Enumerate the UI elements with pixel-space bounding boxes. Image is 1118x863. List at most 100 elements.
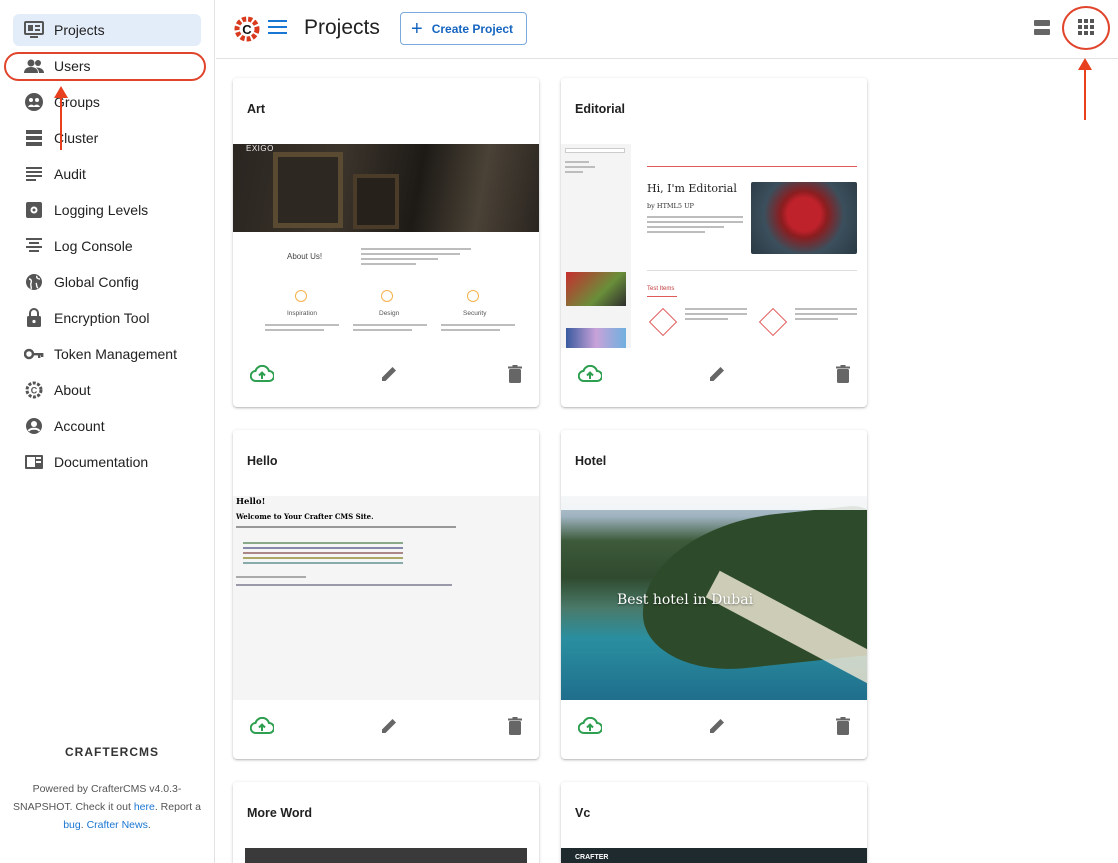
project-name: Art: [247, 102, 266, 116]
card-actions: [561, 362, 867, 386]
powered-by-text: Powered by CrafterCMS v4.0.3-SNAPSHOT. C…: [12, 780, 202, 834]
edit-pencil-icon[interactable]: [377, 714, 401, 738]
project-preview-image[interactable]: [245, 848, 527, 863]
publish-cloud-icon[interactable]: [578, 362, 602, 386]
preview-brand: EXIGO: [246, 144, 274, 153]
delete-trash-icon[interactable]: [503, 714, 527, 738]
page-title: Projects: [304, 16, 380, 39]
project-preview-image[interactable]: EXIGO About Us! Inspiration Design Secur…: [233, 144, 539, 348]
grid-view-icon[interactable]: [1075, 16, 1097, 38]
sidebar-item-label: Logging Levels: [54, 202, 149, 218]
preview-heading: Best hotel in Dubai: [617, 592, 754, 608]
sidebar-item-label: Users: [54, 58, 91, 74]
sidebar-item-about[interactable]: C About: [13, 374, 201, 406]
sidebar-item-label: Audit: [54, 166, 86, 182]
sidebar-item-groups[interactable]: Groups: [13, 86, 201, 118]
edit-pencil-icon[interactable]: [705, 714, 729, 738]
sidebar-item-logging-levels[interactable]: Logging Levels: [13, 194, 201, 226]
key-icon: [23, 343, 45, 365]
create-project-label: Create Project: [431, 21, 514, 36]
sidebar-item-label: Token Management: [54, 346, 177, 362]
lock-icon: [23, 307, 45, 329]
project-card-editorial[interactable]: Editorial Hi, I'm Editorial by HTML5 UP …: [561, 78, 867, 407]
card-actions: [233, 714, 539, 738]
here-link[interactable]: here: [134, 801, 155, 813]
edit-pencil-icon[interactable]: [377, 362, 401, 386]
craftercms-logo: C CRAFTERCMS: [62, 742, 158, 762]
preview-heading: Hi, I'm Editorial: [647, 182, 737, 195]
hamburger-menu-icon[interactable]: [268, 20, 287, 36]
svg-text:C: C: [242, 22, 252, 37]
log-console-icon: [23, 235, 45, 257]
project-card-vc[interactable]: Vc CRAFTER: [561, 782, 867, 863]
project-name: Hotel: [575, 454, 607, 468]
project-name: Editorial: [575, 102, 626, 116]
create-project-button[interactable]: + Create Project: [400, 12, 527, 45]
card-actions: [233, 362, 539, 386]
sidebar-item-token-management[interactable]: Token Management: [13, 338, 201, 370]
projects-icon: [23, 19, 45, 41]
preview-brand: CRAFTER: [575, 854, 609, 861]
audit-icon: [23, 163, 45, 185]
bug-link[interactable]: bug: [63, 819, 81, 831]
groups-icon: [23, 91, 45, 113]
publish-cloud-icon[interactable]: [250, 362, 274, 386]
project-preview-image[interactable]: Hello! Welcome to Your Crafter CMS Site.: [233, 496, 539, 700]
annotation-arrow: [1078, 58, 1092, 120]
sidebar-item-encryption-tool[interactable]: Encryption Tool: [13, 302, 201, 334]
card-actions: [561, 714, 867, 738]
sidebar-item-cluster[interactable]: Cluster: [13, 122, 201, 154]
delete-trash-icon[interactable]: [831, 714, 855, 738]
project-name: Vc: [575, 806, 591, 820]
crafter-news-link[interactable]: Crafter News: [87, 819, 148, 831]
delete-trash-icon[interactable]: [831, 362, 855, 386]
project-card-art[interactable]: Art EXIGO About Us! Inspiration Design S…: [233, 78, 539, 407]
preview-section-heading: Test Items: [647, 286, 675, 292]
documentation-icon: [23, 451, 45, 473]
sidebar-item-label: Projects: [54, 22, 105, 38]
delete-trash-icon[interactable]: [503, 362, 527, 386]
list-view-icon[interactable]: [1031, 17, 1053, 39]
preview-heading: About Us!: [287, 252, 323, 261]
preview-heading: Hello!: [236, 497, 266, 507]
preview-feature-label: Design: [379, 310, 400, 317]
sidebar-item-global-config[interactable]: Global Config: [13, 266, 201, 298]
account-icon: [23, 415, 45, 437]
crafter-gear-icon: C: [23, 379, 45, 401]
project-preview-image[interactable]: Hi, I'm Editorial by HTML5 UP Test Items: [561, 144, 867, 348]
sidebar-item-account[interactable]: Account: [13, 410, 201, 442]
project-card-hello[interactable]: Hello Hello! Welcome to Your Crafter CMS…: [233, 430, 539, 759]
sidebar-item-label: Account: [54, 418, 105, 434]
project-card-more-word[interactable]: More Word: [233, 782, 539, 863]
period-text: .: [147, 819, 151, 831]
sidebar-item-label: About: [54, 382, 91, 398]
sidebar-item-documentation[interactable]: Documentation: [13, 446, 201, 478]
project-preview-image[interactable]: CRAFTER: [561, 848, 867, 863]
preview-feature-label: Inspiration: [287, 310, 317, 317]
annotation-arrow: [54, 86, 68, 150]
top-bar: C Projects + Create Project: [216, 0, 1118, 59]
brand-name: CRAFTERCMS: [65, 745, 159, 759]
sidebar-item-users[interactable]: Users: [13, 50, 201, 82]
project-name: Hello: [247, 454, 278, 468]
users-icon: [23, 55, 45, 77]
svg-text:C: C: [31, 386, 38, 396]
preview-subheading: Welcome to Your Crafter CMS Site.: [236, 512, 374, 521]
plus-icon: +: [411, 17, 423, 40]
edit-pencil-icon[interactable]: [705, 362, 729, 386]
logging-levels-icon: [23, 199, 45, 221]
publish-cloud-icon[interactable]: [578, 714, 602, 738]
project-preview-image[interactable]: Best hotel in Dubai: [561, 496, 867, 700]
preview-subheading: by HTML5 UP: [647, 202, 694, 210]
sidebar-item-audit[interactable]: Audit: [13, 158, 201, 190]
publish-cloud-icon[interactable]: [250, 714, 274, 738]
sidebar-item-projects[interactable]: Projects: [13, 14, 201, 46]
project-card-hotel[interactable]: Hotel Best hotel in Dubai: [561, 430, 867, 759]
crafter-logo-icon[interactable]: C: [234, 14, 260, 44]
report-text: . Report a: [154, 801, 201, 813]
sidebar-item-label: Documentation: [54, 454, 149, 470]
cluster-icon: [23, 127, 45, 149]
app-root: Projects Users Groups Cluster Audit Logg…: [0, 0, 1118, 863]
sidebar-item-log-console[interactable]: Log Console: [13, 230, 201, 262]
project-name: More Word: [247, 806, 313, 820]
